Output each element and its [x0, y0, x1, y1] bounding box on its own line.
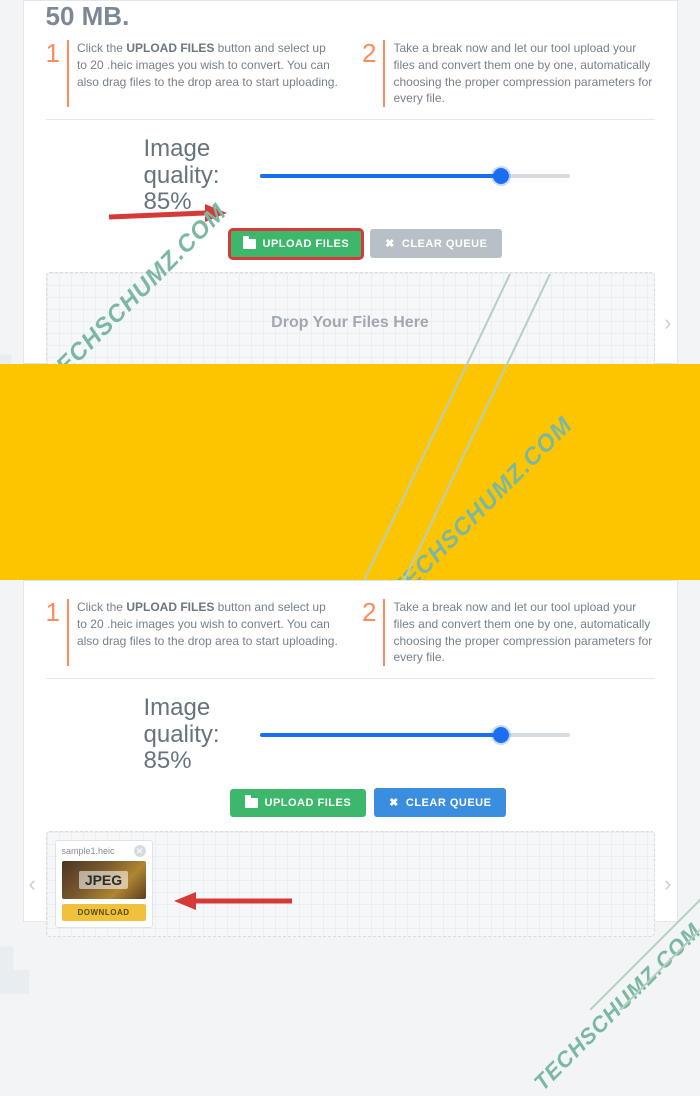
divider — [46, 678, 655, 679]
ad-band: TECHSCHUMZ.COM — [0, 364, 700, 580]
clear-queue-button[interactable]: ✖ CLEAR QUEUE — [374, 788, 506, 817]
format-badge: JPEG — [79, 871, 128, 889]
folder-icon — [245, 798, 258, 808]
step-2-number: 2 — [362, 599, 385, 666]
file-tile: sample1.heic ✕ JPEG DOWNLOAD — [55, 840, 153, 928]
decoration: ▙ — [0, 948, 29, 994]
converter-card-bottom: 1 Click the UPLOAD FILES button and sele… — [23, 580, 678, 922]
chevron-right-icon[interactable]: › — [664, 871, 671, 897]
quality-row: Image quality: 85% — [24, 689, 677, 774]
step-1-number: 1 — [46, 40, 69, 107]
clear-queue-button[interactable]: ✖ CLEAR QUEUE — [370, 229, 502, 258]
step-2-text: Take a break now and let our tool upload… — [393, 40, 654, 107]
headline-tail: 50 MB. — [24, 1, 677, 40]
slider-handle[interactable] — [493, 727, 509, 743]
step-1: 1 Click the UPLOAD FILES button and sele… — [46, 599, 339, 666]
upload-files-button[interactable]: UPLOAD FILES — [230, 789, 367, 817]
drop-area[interactable]: Drop Your Files Here › — [46, 272, 655, 374]
drop-placeholder: Drop Your Files Here — [271, 314, 429, 332]
drop-area[interactable]: ‹ › sample1.heic ✕ JPEG DOWNLOAD — [46, 831, 655, 937]
step-1-text: Click the UPLOAD FILES button and select… — [77, 599, 338, 666]
quality-label: Image quality: 85% — [144, 136, 242, 215]
step-1-text: Click the UPLOAD FILES button and select… — [77, 40, 338, 107]
watermark: TECHSCHUMZ.COM — [386, 412, 579, 605]
button-row: UPLOAD FILES ✖ CLEAR QUEUE — [24, 215, 677, 258]
quality-label: Image quality: 85% — [144, 695, 242, 774]
step-2: 2 Take a break now and let our tool uplo… — [362, 40, 655, 107]
step-2-number: 2 — [362, 40, 385, 107]
step-1-number: 1 — [46, 599, 69, 666]
remove-file-button[interactable]: ✕ — [134, 845, 146, 857]
download-button[interactable]: DOWNLOAD — [62, 904, 146, 921]
slider-handle[interactable] — [493, 168, 509, 184]
chevron-left-icon[interactable]: ‹ — [29, 871, 36, 897]
button-row: UPLOAD FILES ✖ CLEAR QUEUE — [24, 774, 677, 817]
steps-row: 1 Click the UPLOAD FILES button and sele… — [24, 40, 677, 117]
watermark: TECHSCHUMZ.COM — [528, 918, 700, 1096]
file-name: sample1.heic — [62, 846, 115, 856]
step-1: 1 Click the UPLOAD FILES button and sele… — [46, 40, 339, 107]
close-icon: ✖ — [385, 237, 395, 250]
file-thumbnail: JPEG — [62, 861, 146, 899]
step-2: 2 Take a break now and let our tool uplo… — [362, 599, 655, 666]
divider — [46, 119, 655, 120]
chevron-right-icon[interactable]: › — [664, 310, 671, 336]
folder-icon — [243, 239, 256, 249]
quality-slider[interactable] — [260, 166, 570, 186]
quality-slider[interactable] — [260, 725, 570, 745]
upload-files-button[interactable]: UPLOAD FILES — [230, 230, 363, 258]
close-icon: ✖ — [389, 796, 399, 809]
quality-row: Image quality: 85% — [24, 130, 677, 215]
step-2-text: Take a break now and let our tool upload… — [393, 599, 654, 666]
converter-card-top: 50 MB. 1 Click the UPLOAD FILES button a… — [23, 0, 678, 364]
steps-row: 1 Click the UPLOAD FILES button and sele… — [24, 581, 677, 676]
